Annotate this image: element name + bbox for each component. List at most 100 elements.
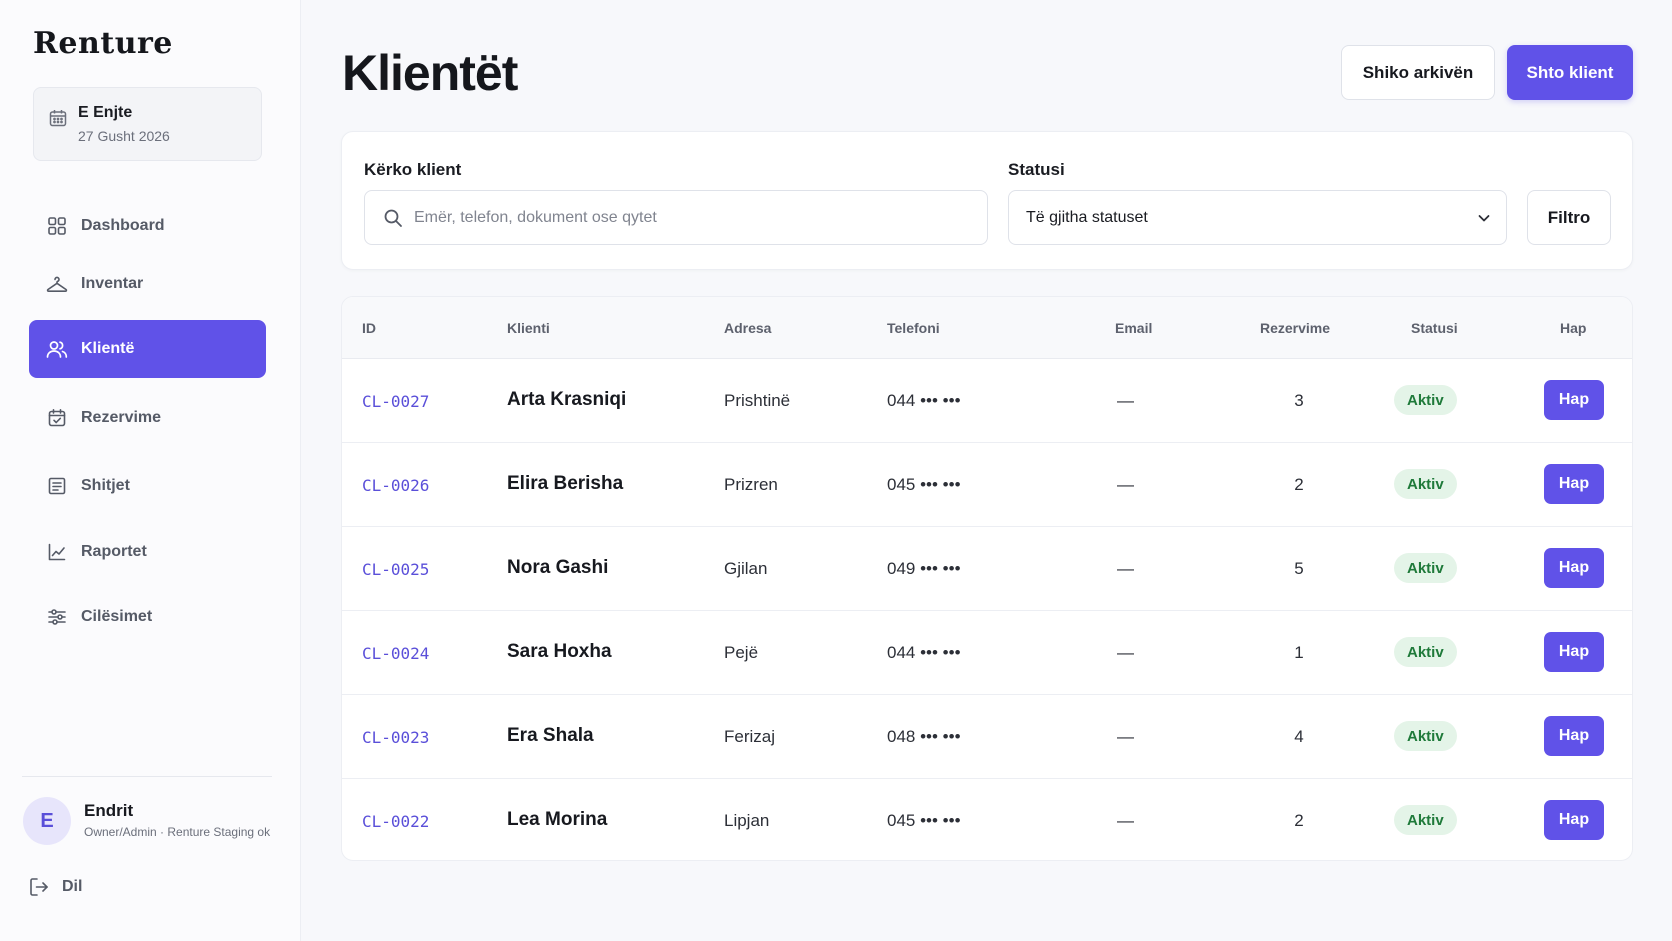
client-phone: 044 ••• ••• xyxy=(887,391,961,410)
avatar[interactable]: E xyxy=(23,797,71,845)
filter-button[interactable]: Filtro xyxy=(1527,190,1611,245)
search-label: Kërko klient xyxy=(364,160,462,179)
users-icon xyxy=(46,338,68,360)
chevron-down-icon xyxy=(1476,210,1492,226)
page-title: Klientët xyxy=(342,45,518,101)
status-badge: Aktiv xyxy=(1394,469,1457,499)
client-phone: 048 ••• ••• xyxy=(887,727,961,746)
sidebar-item-label: Dashboard xyxy=(81,217,165,234)
client-id-link[interactable]: CL-0024 xyxy=(362,644,429,663)
table-row[interactable]: CL-0027 Arta Krasniqi Prishtinë 044 ••• •••… xyxy=(342,359,1632,443)
open-client-button[interactable]: Hap xyxy=(1544,716,1604,756)
filter-card: Kërko klient Statusi Të gjitha statuset … xyxy=(341,131,1633,270)
sidebar-item-cilesimet[interactable]: Cilësimet xyxy=(29,588,266,646)
column-header-phone: Telefoni xyxy=(887,320,940,336)
sidebar-item-inventar[interactable]: Inventar xyxy=(29,255,266,313)
status-badge: Aktiv xyxy=(1394,805,1457,835)
status-badge: Aktiv xyxy=(1394,637,1457,667)
table-row[interactable]: CL-0026 Elira Berisha Prizren 045 ••• ••• — 2… xyxy=(342,443,1632,527)
table-row[interactable]: CL-0023 Era Shala Ferizaj 048 ••• ••• — 4 Akti… xyxy=(342,695,1632,779)
client-id-link[interactable]: CL-0026 xyxy=(362,476,429,495)
sidebar-divider xyxy=(22,776,272,777)
client-address: Ferizaj xyxy=(724,727,776,746)
chart-icon xyxy=(46,541,68,563)
client-bookings: 2 xyxy=(1294,475,1304,494)
client-address: Pejë xyxy=(724,643,759,662)
column-header-client: Klienti xyxy=(507,320,550,336)
open-client-button[interactable]: Hap xyxy=(1544,800,1604,840)
search-field[interactable] xyxy=(364,190,988,245)
client-bookings: 2 xyxy=(1294,811,1304,830)
sidebar-item-label: Klientë xyxy=(81,340,135,357)
sidebar-item-shitjet[interactable]: Shitjet xyxy=(29,457,266,515)
client-name: Era Shala xyxy=(507,725,594,746)
client-email: — xyxy=(1117,391,1134,410)
column-header-open: Hap xyxy=(1560,320,1587,336)
column-header-address: Adresa xyxy=(724,320,772,336)
view-archive-button[interactable]: Shiko arkivën xyxy=(1341,45,1495,100)
logout-label: Dil xyxy=(62,878,83,895)
client-email: — xyxy=(1117,811,1134,830)
client-email: — xyxy=(1117,475,1134,494)
column-header-bookings: Rezervime xyxy=(1260,320,1331,336)
status-label: Statusi xyxy=(1008,160,1065,179)
status-select[interactable]: Të gjitha statuset xyxy=(1008,190,1507,245)
client-id-link[interactable]: CL-0027 xyxy=(362,392,429,411)
sidebar-item-raportet[interactable]: Raportet xyxy=(29,523,266,581)
client-phone: 044 ••• ••• xyxy=(887,643,961,662)
client-phone: 049 ••• ••• xyxy=(887,559,961,578)
open-client-button[interactable]: Hap xyxy=(1544,632,1604,672)
sidebar-item-label: Inventar xyxy=(81,275,144,292)
add-client-button[interactable]: Shto klient xyxy=(1507,45,1633,100)
hanger-icon xyxy=(46,273,68,295)
client-id-link[interactable]: CL-0023 xyxy=(362,728,429,747)
sidebar-item-label: Raportet xyxy=(81,543,147,560)
date-full: 27 Gusht 2026 xyxy=(78,128,170,144)
sidebar-item-klientet[interactable]: Klientë xyxy=(29,320,266,378)
client-email: — xyxy=(1117,559,1134,578)
client-id-link[interactable]: CL-0022 xyxy=(362,812,429,831)
open-client-button[interactable]: Hap xyxy=(1544,380,1604,420)
open-client-button[interactable]: Hap xyxy=(1544,464,1604,504)
brand-logo: Renture xyxy=(33,26,173,61)
client-name: Elira Berisha xyxy=(507,473,624,494)
column-header-id: ID xyxy=(362,320,376,336)
status-badge: Aktiv xyxy=(1394,553,1457,583)
column-header-status: Statusi xyxy=(1411,320,1458,336)
calendar-icon xyxy=(48,108,68,128)
status-badge: Aktiv xyxy=(1394,721,1457,751)
logout-button[interactable]: Dil xyxy=(28,876,82,898)
sidebar-item-label: Cilësimet xyxy=(81,608,153,625)
sidebar-item-rezervime[interactable]: Rezervime xyxy=(29,389,266,447)
client-id-link[interactable]: CL-0025 xyxy=(362,560,429,579)
table-header: ID Klienti Adresa Telefoni Email Rezervi… xyxy=(342,297,1632,359)
sidebar: Renture E Enjte 27 Gusht 2026 Dashboard xyxy=(0,0,301,941)
client-address: Lipjan xyxy=(724,811,770,830)
client-bookings: 1 xyxy=(1294,643,1304,662)
table-row[interactable]: CL-0024 Sara Hoxha Pejë 044 ••• ••• — 1 Aktiv H… xyxy=(342,611,1632,695)
user-role: Owner/Admin · Renture Staging ok xyxy=(84,825,271,839)
client-name: Arta Krasniqi xyxy=(507,389,627,410)
client-name: Lea Morina xyxy=(507,809,608,830)
search-input[interactable] xyxy=(414,191,974,244)
client-address: Prishtinë xyxy=(724,391,791,410)
sidebar-item-label: Shitjet xyxy=(81,477,130,494)
client-email: — xyxy=(1117,643,1134,662)
open-client-button[interactable]: Hap xyxy=(1544,548,1604,588)
client-address: Prizren xyxy=(724,475,778,494)
date-weekday: E Enjte xyxy=(78,104,133,121)
client-name: Sara Hoxha xyxy=(507,641,612,662)
column-header-email: Email xyxy=(1115,320,1153,336)
table-row[interactable]: CL-0025 Nora Gashi Gjilan 049 ••• ••• — 5 Akti… xyxy=(342,527,1632,611)
table-row[interactable]: CL-0022 Lea Morina Lipjan 045 ••• ••• — 2 Akti… xyxy=(342,779,1632,860)
client-name: Nora Gashi xyxy=(507,557,609,578)
client-bookings: 4 xyxy=(1294,727,1304,746)
calendar-check-icon xyxy=(46,407,68,429)
sliders-icon xyxy=(46,606,68,628)
sidebar-item-dashboard[interactable]: Dashboard xyxy=(29,197,266,255)
date-card: E Enjte 27 Gusht 2026 xyxy=(33,87,262,161)
sidebar-item-label: Rezervime xyxy=(81,409,162,426)
client-bookings: 3 xyxy=(1294,391,1304,410)
status-badge: Aktiv xyxy=(1394,385,1457,415)
clients-table: ID Klienti Adresa Telefoni Email Rezervi… xyxy=(341,296,1633,861)
